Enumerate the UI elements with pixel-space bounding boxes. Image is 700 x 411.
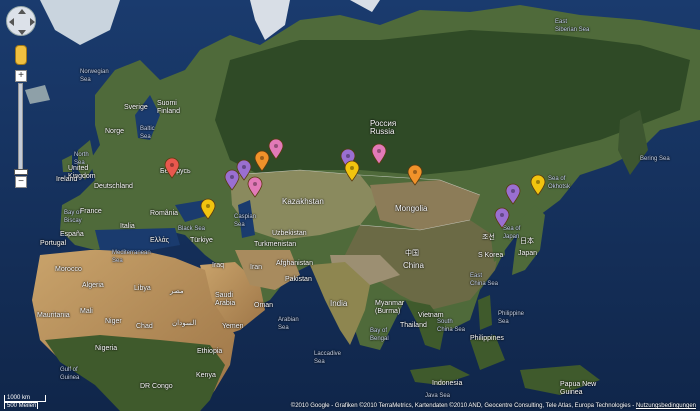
label-philippines: Philippines [470,335,504,342]
marker-pink-1[interactable] [268,138,284,160]
label-mauritania: Mauritania [37,312,70,319]
label-sudan: السودان [172,320,197,327]
label-caspian-sea: Caspian Sea [234,214,257,228]
label-korea-south: S Korea [478,252,504,259]
zoom-slider-track[interactable] [18,83,23,175]
pan-control [6,6,36,36]
label-dr-congo: DR Congo [140,383,173,390]
label-nigeria: Nigeria [95,345,118,352]
label-java-sea: Java Sea [425,393,451,399]
marker-red-belarus[interactable] [164,157,180,179]
label-mediterranean-sea: Mediterranean Sea [112,250,151,264]
label-chad: Chad [136,323,153,330]
map-canvas[interactable]: East Siberian Sea Norwegian Sea Sverige Su… [0,0,700,411]
terms-link[interactable]: Nutzungsbedingungen [636,403,696,409]
label-iraq: Iraq [212,262,225,269]
label-baltic-sea: Baltic Sea [140,126,155,140]
pan-dial [6,6,36,36]
marker-yellow-2[interactable] [200,198,216,220]
label-japan: Japan [518,250,538,257]
marker-pink-3[interactable] [247,176,263,198]
label-thailand: Thailand [400,322,427,329]
zoom-in-button[interactable]: + [15,70,27,82]
label-saudi-arabia: Saudi Arabia [215,292,236,307]
label-italia: Italia [120,223,135,230]
label-espana: España [60,231,84,238]
label-romania: România [150,210,179,217]
label-yemen: Yemen [222,323,244,330]
marker-purple-4[interactable] [505,183,521,205]
label-russia: Russia [370,127,395,136]
label-korea-north: 조선 [482,234,495,241]
zoom-slider-thumb[interactable] [14,169,28,175]
label-kenya: Kenya [196,372,216,379]
label-laccadive-sea: Laccadive Sea [314,351,342,365]
label-iran: Iran [250,264,263,271]
marker-pink-2[interactable] [371,143,387,165]
label-sea-of-okhotsk: Sea of Okhotsk [548,176,571,190]
label-east-siberian-sea: East Siberian Sea [555,19,590,33]
label-arabian-sea: Arabian Sea [278,317,299,331]
label-turkiye: Türkiye [190,237,213,244]
marker-yellow-1[interactable] [344,160,360,182]
label-china-native: 中国 [405,250,419,257]
marker-yellow-3[interactable] [530,174,546,196]
label-east-china-sea: East China Sea [470,273,499,287]
label-france: France [80,208,102,215]
label-ethiopia: Ethiopia [197,348,223,355]
label-india: India [330,299,348,308]
label-oman: Oman [254,302,274,309]
scale-miles: 500 Meilen [4,402,38,409]
label-egypt: مصر [170,288,184,295]
label-mali: Mali [80,308,93,315]
pan-right-icon[interactable] [30,18,35,26]
label-uzbekistan: Uzbekistan [272,230,307,237]
label-ireland: Ireland [56,176,78,183]
label-mongolia: Mongolia [395,204,428,213]
marker-purple-5[interactable] [494,207,510,229]
label-philippine-sea: Philippine Sea [498,311,525,325]
zoom-out-button[interactable]: − [15,176,27,188]
label-indonesia: Indonesia [432,380,463,387]
label-ellas: Ελλάς [150,237,169,244]
label-sverige: Sverige [124,104,148,111]
label-south-china-sea: South China Sea [437,319,466,333]
scale-bar: 1000 km 500 Meilen [4,395,46,409]
label-norge: Norge [105,128,125,135]
label-algeria: Algeria [82,282,104,289]
label-norwegian-sea: Norwegian Sea [80,69,109,83]
label-bering-sea: Bering Sea [640,156,670,162]
label-portugal: Portugal [40,240,67,247]
label-japan-native: 日本 [520,238,534,245]
label-papua-new-guinea: Papua New Guinea [560,381,597,396]
label-suomi-finland: Suomi Finland [157,100,180,115]
pan-left-icon[interactable] [9,18,14,26]
label-deutschland: Deutschland [94,183,133,190]
pan-down-icon[interactable] [18,30,26,35]
label-gulf-of-guinea: Gulf of Guinea [60,367,80,381]
label-turkmenistan: Turkmenistan [254,241,297,248]
label-kazakhstan: Kazakhstan [282,197,324,206]
label-china: China [403,261,424,270]
label-afghanistan: Afghanistan [276,260,313,267]
copyright-text: ©2010 Google - Grafiken ©2010 TerraMetri… [290,403,635,409]
label-libya: Libya [134,285,151,292]
marker-orange-2[interactable] [407,164,423,186]
label-black-sea: Black Sea [178,226,206,232]
label-morocco: Morocco [55,266,82,273]
scale-km: 1000 km [4,395,46,402]
label-bay-of-bengal: Bay of Bengal [370,328,389,342]
label-pakistan: Pakistan [285,276,312,283]
label-myanmar: Myanmar (Burma) [375,300,405,315]
label-niger: Niger [105,318,122,325]
pegman-icon[interactable] [15,45,27,65]
attribution: ©2010 Google - Grafiken ©2010 TerraMetri… [291,403,696,409]
pan-up-icon[interactable] [18,9,26,14]
